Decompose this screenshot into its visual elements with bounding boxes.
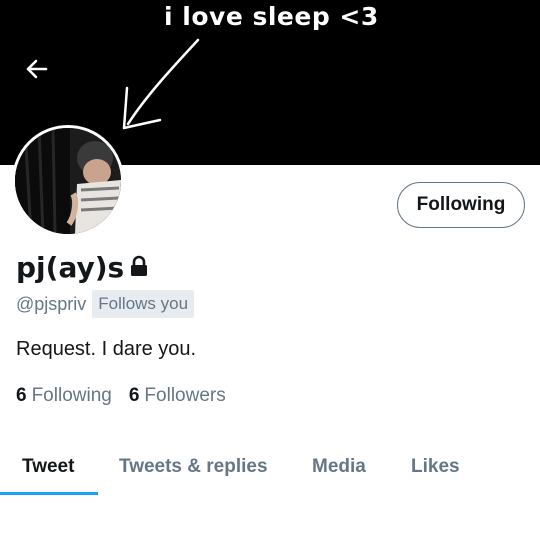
following-button[interactable]: Following [397, 182, 525, 228]
handle-row: @pjspriv Follows you [16, 290, 195, 318]
following-count: 6 [16, 385, 27, 406]
active-tab-indicator [0, 492, 98, 495]
handle: @pjspriv [16, 293, 87, 314]
following-label: Following [31, 385, 112, 406]
back-arrow-icon [26, 59, 48, 79]
avatar[interactable] [12, 125, 124, 237]
lock-icon [128, 251, 150, 284]
bio: Request. I dare you. [16, 338, 197, 360]
profile-tabs: Tweet Tweets & replies Media Likes [0, 440, 540, 496]
followers-stat[interactable]: 6 Followers [129, 385, 226, 407]
followers-count: 6 [128, 385, 140, 406]
tab-tweets-and-replies[interactable]: Tweets & replies [119, 440, 268, 494]
follow-stats: 6 Following 6 Followers [16, 385, 243, 407]
tab-tweet[interactable]: Tweet [22, 440, 74, 494]
hand-drawn-arrow [122, 38, 200, 130]
display-name-text: pj(ay)s [16, 251, 125, 284]
tab-likes[interactable]: Likes [411, 440, 460, 494]
followers-label: Followers [144, 385, 226, 406]
tab-media[interactable]: Media [312, 440, 366, 494]
following-stat[interactable]: 6 Following [16, 385, 112, 407]
back-button[interactable] [20, 54, 54, 84]
follows-you-badge: Follows you [92, 290, 195, 318]
display-name: pj(ay)s [16, 251, 150, 284]
banner-caption: i love sleep <3 [164, 2, 379, 31]
